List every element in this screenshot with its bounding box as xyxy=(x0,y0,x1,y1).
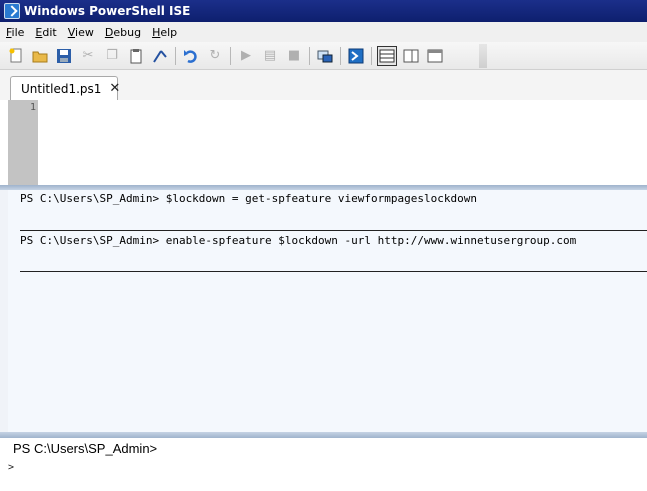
output-line: PS C:\Users\SP_Admin> enable-spfeature $… xyxy=(20,234,577,247)
toolbar-overflow[interactable] xyxy=(479,43,487,68)
remote-powershell-icon[interactable] xyxy=(315,46,335,66)
stop-icon[interactable]: ■ xyxy=(284,46,304,66)
start-powershell-icon[interactable] xyxy=(346,46,366,66)
powershell-icon xyxy=(4,3,20,19)
script-editor[interactable] xyxy=(38,100,647,185)
menu-debug[interactable]: Debug xyxy=(99,26,146,39)
toolbar-separator xyxy=(309,46,310,65)
menu-view[interactable]: View xyxy=(62,26,99,39)
tab-strip: Untitled1.ps1 ✕ xyxy=(0,70,647,101)
output-margin xyxy=(0,190,8,432)
menu-file[interactable]: File xyxy=(0,26,29,39)
layout-right-icon[interactable] xyxy=(401,46,421,66)
open-folder-icon[interactable] xyxy=(30,46,50,66)
script-pane: 1 xyxy=(0,100,647,186)
menu-bar: File Edit View Debug Help xyxy=(0,22,647,42)
tab-label: Untitled1.ps1 xyxy=(21,81,102,96)
line-number-gutter: 1 xyxy=(8,100,38,185)
run-selection-icon[interactable]: ▤ xyxy=(260,46,280,66)
command-pane[interactable]: PS C:\Users\SP_Admin> > xyxy=(0,438,647,491)
redo-icon[interactable]: ↻ xyxy=(205,46,225,66)
command-input[interactable]: > xyxy=(8,462,638,480)
title-bar: Windows PowerShell ISE xyxy=(0,0,647,22)
toolbar-separator xyxy=(340,46,341,65)
undo-icon[interactable] xyxy=(181,46,201,66)
toolbar-separator xyxy=(175,46,176,65)
paste-icon[interactable] xyxy=(126,46,146,66)
save-icon[interactable] xyxy=(54,46,74,66)
command-prompt: PS C:\Users\SP_Admin> xyxy=(13,441,158,456)
output-divider xyxy=(20,230,647,231)
toolbar-separator xyxy=(230,46,231,65)
output-line: PS C:\Users\SP_Admin> $lockdown = get-sp… xyxy=(20,192,477,205)
menu-edit[interactable]: Edit xyxy=(29,26,61,39)
cut-icon[interactable]: ✂ xyxy=(78,46,98,66)
toolbar: ✂ ❐ ↻ ▶ ▤ ■ xyxy=(0,42,647,70)
new-file-icon[interactable] xyxy=(6,46,26,66)
menu-help[interactable]: Help xyxy=(146,26,182,39)
toolbar-separator xyxy=(371,46,372,65)
layout-max-icon[interactable] xyxy=(425,46,445,66)
close-icon[interactable]: ✕ xyxy=(109,81,120,96)
output-pane[interactable]: PS C:\Users\SP_Admin> $lockdown = get-sp… xyxy=(8,190,647,432)
run-icon[interactable]: ▶ xyxy=(236,46,256,66)
output-divider xyxy=(20,271,647,272)
layout-top-icon[interactable] xyxy=(377,45,397,66)
line-number: 1 xyxy=(29,102,36,113)
window-title: Windows PowerShell ISE xyxy=(24,4,191,18)
clear-icon[interactable] xyxy=(150,46,170,66)
copy-icon[interactable]: ❐ xyxy=(102,46,122,66)
tab-untitled1[interactable]: Untitled1.ps1 ✕ xyxy=(10,76,120,100)
